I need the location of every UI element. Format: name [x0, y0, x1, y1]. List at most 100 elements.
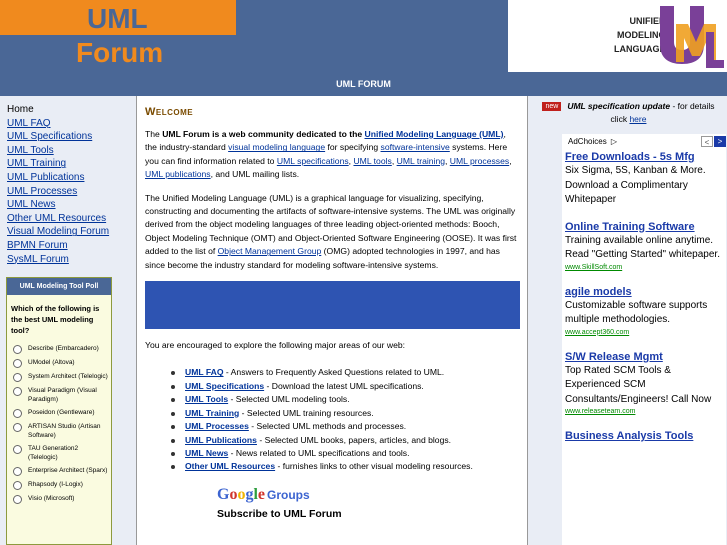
link-unified-modeling-language[interactable]: Unified Modeling Language (UML) — [365, 129, 504, 139]
list-item: UML Training - Selected UML training res… — [171, 407, 519, 420]
radio-button[interactable] — [13, 373, 22, 382]
nav-item-uml-training[interactable]: UML Training — [7, 158, 66, 169]
ad-item[interactable]: Free Downloads - 5s Mfg Six Sigma, 5S, K… — [562, 150, 726, 208]
poll-option-label: ARTISAN Studio (Artisan Software) — [28, 423, 101, 439]
nav-item-home[interactable]: Home — [7, 103, 136, 117]
radio-button[interactable] — [13, 423, 22, 432]
radio-button[interactable] — [13, 409, 22, 418]
poll-option-label: Describe (Embarcadero) — [28, 345, 99, 352]
google-groups-box: Google Groups Subscribe to UML Forum — [217, 486, 519, 520]
area-link-uml-faq[interactable]: UML FAQ — [185, 367, 224, 377]
main-content: Welcome The UML Forum is a web community… — [137, 96, 527, 545]
ad-item[interactable]: agile models Customizable software suppo… — [562, 285, 726, 338]
nav-item-uml-tools[interactable]: UML Tools — [7, 145, 54, 156]
adchoices-label[interactable]: AdChoices — [568, 137, 607, 146]
link-uml-training[interactable]: UML training — [397, 156, 445, 166]
poll-option[interactable]: Rhapsody (I-Logix) — [7, 480, 111, 490]
poll-option[interactable]: UModel (Altova) — [7, 358, 111, 368]
radio-button[interactable] — [13, 495, 22, 504]
google-groups-logo[interactable]: Google Groups — [217, 486, 519, 504]
radio-button[interactable] — [13, 467, 22, 476]
area-link-uml-specifications[interactable]: UML Specifications — [185, 381, 264, 391]
link-uml-specifications[interactable]: UML specifications — [277, 156, 349, 166]
area-link-uml-news[interactable]: UML News — [185, 448, 228, 458]
link-uml-tools[interactable]: UML tools — [353, 156, 391, 166]
link-visual-modeling-language[interactable]: visual modeling language — [228, 142, 325, 152]
radio-button[interactable] — [13, 445, 22, 454]
nav-item-uml-processes[interactable]: UML Processes — [7, 186, 77, 197]
text: The — [145, 129, 163, 139]
nav-item-other-uml-resources[interactable]: Other UML Resources — [7, 213, 106, 224]
area-link-uml-processes[interactable]: UML Processes — [185, 421, 249, 431]
area-link-uml-training[interactable]: UML Training — [185, 408, 239, 418]
nav-item-bpmn-forum[interactable]: BPMN Forum — [7, 240, 68, 251]
ad-title[interactable]: agile models — [565, 285, 722, 299]
nav-item-uml-specifications[interactable]: UML Specifications — [7, 131, 92, 142]
ad-url[interactable]: www.accept360.com — [565, 328, 722, 338]
google-logo: Google — [217, 486, 265, 503]
poll-option-label: System Architect (Telelogic) — [28, 373, 108, 380]
ad-item[interactable]: Online Training Software Training availa… — [562, 220, 726, 273]
link-software-intensive[interactable]: software-intensive — [381, 142, 450, 152]
logo-forum-text[interactable]: Forum — [76, 37, 163, 69]
prev-arrow-icon[interactable]: < — [701, 136, 713, 147]
poll-option[interactable]: Describe (Embarcadero) — [7, 344, 111, 354]
area-link-uml-tools[interactable]: UML Tools — [185, 394, 228, 404]
poll-option[interactable]: Visual Paradigm (Visual Paradigm) — [7, 386, 111, 404]
radio-button[interactable] — [13, 345, 22, 354]
ad-body: Customizable software supports multiple … — [565, 299, 708, 326]
ad-url[interactable]: www.releaseteam.com — [565, 407, 722, 417]
poll-question: Which of the following is the best UML m… — [11, 304, 100, 335]
link-uml-processes[interactable]: UML processes — [450, 156, 509, 166]
nav-item-uml-news[interactable]: UML News — [7, 199, 56, 210]
list-item: Other UML Resources - furnishes links to… — [171, 460, 519, 473]
nav-item-uml-faq[interactable]: UML FAQ — [7, 118, 51, 129]
poll-option[interactable]: Enterprise Architect (Sparx) — [7, 466, 111, 476]
uml-logo-mark-icon — [660, 6, 724, 68]
text: , — [509, 155, 512, 166]
ad-title[interactable]: Online Training Software — [565, 220, 722, 234]
ads-panel: AdChoices ▷ < > Free Downloads - 5s Mfg … — [562, 134, 726, 545]
ad-item[interactable]: Business Analysis Tools — [562, 429, 726, 443]
ad-title[interactable]: Business Analysis Tools — [565, 429, 722, 443]
radio-button[interactable] — [13, 387, 22, 396]
poll-option[interactable]: System Architect (Telelogic) — [7, 372, 111, 382]
area-description: - Selected UML training resources. — [239, 407, 374, 418]
radio-button[interactable] — [13, 481, 22, 490]
page-titlebar: UML FORUM — [0, 72, 727, 96]
adchoices-bar: AdChoices ▷ < > — [562, 134, 726, 147]
logo-uml-text[interactable]: UML — [87, 3, 148, 35]
poll-option-label: Visio (Microsoft) — [28, 495, 75, 502]
new-badge: new — [542, 102, 562, 111]
poll-option[interactable]: Poseidon (Gentleware) — [7, 408, 111, 418]
area-link-other-uml-resources[interactable]: Other UML Resources — [185, 461, 275, 471]
link-uml-publications[interactable]: UML publications — [145, 169, 211, 179]
ad-title[interactable]: Free Downloads - 5s Mfg — [565, 150, 722, 164]
area-description: - Selected UML methods and processes. — [248, 421, 407, 432]
poll-option-label: Poseidon (Gentleware) — [28, 409, 95, 416]
radio-button[interactable] — [13, 359, 22, 368]
nav-item-visual-modeling-forum[interactable]: Visual Modeling Forum — [7, 226, 109, 237]
omg-uml-logo[interactable]: UNIFIED MODELING LANGUAGE — [508, 0, 727, 72]
major-areas-list: UML FAQ - Answers to Frequently Asked Qu… — [171, 366, 519, 473]
poll-title: UML Modeling Tool Poll — [7, 278, 111, 295]
poll-option[interactable]: TAU Generation2 (Telelogic) — [7, 444, 111, 462]
list-item: UML FAQ - Answers to Frequently Asked Qu… — [171, 366, 519, 379]
ad-item[interactable]: S/W Release Mgmt Top Rated SCM Tools & E… — [562, 350, 726, 418]
ad-title[interactable]: S/W Release Mgmt — [565, 350, 722, 364]
ad-url[interactable]: www.SkillSoft.com — [565, 263, 722, 273]
subscribe-heading: Subscribe to UML Forum — [217, 507, 342, 520]
next-arrow-icon[interactable]: > — [714, 136, 726, 147]
spec-update-link[interactable]: here — [629, 114, 646, 124]
area-link-uml-publications[interactable]: UML Publications — [185, 435, 257, 445]
adchoices-icon[interactable]: ▷ — [611, 137, 617, 146]
tool-poll: UML Modeling Tool Poll Which of the foll… — [6, 277, 112, 545]
link-object-management-group[interactable]: Object Management Group — [218, 246, 322, 256]
nav-item-sysml-forum[interactable]: SysML Forum — [7, 254, 69, 265]
list-item: UML Processes - Selected UML methods and… — [171, 420, 519, 433]
nav-item-uml-publications[interactable]: UML Publications — [7, 172, 84, 183]
poll-option[interactable]: ARTISAN Studio (Artisan Software) — [7, 422, 111, 440]
poll-option[interactable]: Visio (Microsoft) — [7, 494, 111, 504]
logo-letter: e — [257, 485, 266, 503]
area-description: - Download the latest UML specifications… — [264, 380, 424, 391]
